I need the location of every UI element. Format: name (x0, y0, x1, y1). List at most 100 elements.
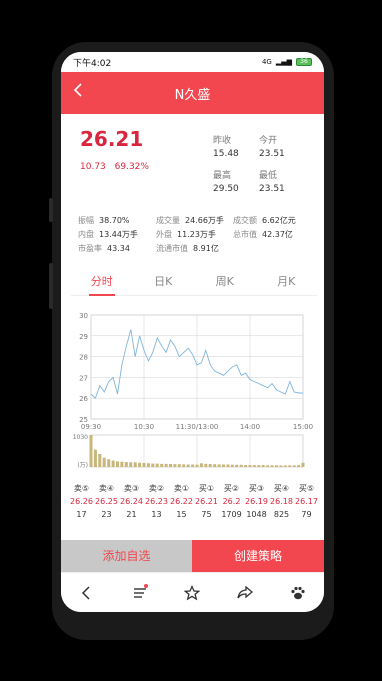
volume-bar (288, 465, 292, 467)
order-label-buy-4: 买④ (273, 484, 290, 493)
paw-icon (291, 586, 305, 599)
volume-bar (235, 464, 239, 467)
order-label-sell-3: 卖③ (123, 484, 140, 493)
y-tick-label: 29 (79, 333, 88, 341)
low-price: 最低 23.51 (259, 171, 285, 194)
intraday-chart-svg: 30292827262509:30 10:30 11:30/13:00 14:00 15… (73, 312, 313, 469)
action-bar: 添加自选 创建策略 (61, 540, 324, 572)
volume-bar (301, 462, 305, 467)
star-icon (184, 584, 201, 600)
add-watchlist-button[interactable]: 添加自选 (61, 540, 192, 572)
back-button[interactable] (73, 82, 83, 103)
volume-bar (160, 463, 164, 467)
volume-bar (292, 465, 296, 467)
volume-bar (182, 464, 186, 467)
nav-share-button[interactable] (230, 579, 260, 607)
volume-bar (111, 460, 115, 467)
order-volume-sell-2: 13 (151, 510, 162, 519)
stat-volume: 成交量 24.66万手 (156, 215, 224, 225)
volume-max-label: 1030 (73, 434, 88, 441)
stat-pe: 市盈率 43.34 (78, 243, 130, 253)
tab-intraday[interactable]: 分时 (71, 270, 133, 296)
volume-bar (297, 465, 301, 467)
volume-bar (116, 461, 119, 467)
volume-bar (283, 465, 287, 467)
order-price-sell-2: 26.23 (145, 497, 168, 506)
volume-bar (98, 454, 102, 467)
page-title: N久盛 (174, 87, 211, 103)
order-volume-buy-1: 75 (201, 510, 212, 519)
volume-bar (244, 465, 248, 467)
screen: 下午4:02 4G ▂▄▆ 36 N久盛 26.21 10.73 69.32% … (61, 52, 324, 612)
y-tick-label: 26 (79, 395, 88, 403)
battery-icon: 36 (296, 58, 312, 66)
signal-icon: ▂▄▆ (275, 58, 292, 66)
volume-bar (226, 464, 230, 467)
prev-close: 昨收 15.48 (213, 136, 239, 159)
order-book: 卖⑤ 卖④ 卖③ 卖② 卖① 买① 买② 买③ 买④ 买⑤ 26.26 26.25 26.24 26.2… (69, 482, 319, 538)
nav-menu-button[interactable] (125, 579, 155, 607)
nav-paw-button[interactable] (283, 579, 313, 607)
back-icon (82, 585, 90, 600)
change-percent: 69.32% (114, 162, 149, 172)
quote-card: 26.21 10.73 69.32% 昨收 15.48 今开 23.51 最高 … (61, 114, 324, 274)
order-label-buy-5: 买⑤ (298, 484, 315, 493)
create-strategy-button[interactable]: 创建策略 (192, 540, 324, 572)
open-price: 今开 23.51 (259, 136, 285, 159)
volume-bar (217, 464, 221, 467)
volume-bar (261, 465, 265, 467)
stat-mktcap: 总市值 42.37亿 (233, 229, 293, 239)
y-tick-label: 30 (79, 312, 88, 320)
volume-bar (169, 464, 172, 467)
tab-daily[interactable]: 日K (133, 270, 195, 295)
order-book-prices: 26.26 26.25 26.24 26.23 26.22 26.21 26.2 26.19 2… (69, 495, 319, 508)
volume-bar (155, 463, 159, 467)
volume-bar (133, 462, 137, 467)
volume-bar (213, 464, 217, 467)
volume-bar (230, 464, 234, 467)
bottom-nav (61, 572, 324, 612)
change-amount: 10.73 (80, 162, 106, 172)
volume-bar (89, 435, 93, 467)
order-price-buy-3: 26.19 (245, 497, 268, 506)
order-label-sell-1: 卖① (173, 484, 190, 493)
volume-bar (177, 464, 181, 467)
volume-bar (93, 449, 97, 467)
tab-weekly[interactable]: 周K (194, 270, 256, 295)
stat-float-cap: 流通市值 8.91亿 (156, 243, 219, 253)
tab-monthly[interactable]: 月K (256, 270, 318, 295)
volume-bar (151, 463, 155, 467)
app-header: N久盛 (61, 72, 324, 114)
order-volume-sell-3: 21 (126, 510, 137, 519)
order-label-sell-2: 卖② (148, 484, 165, 493)
order-price-sell-5: 26.26 (70, 497, 93, 506)
volume-bar (142, 463, 146, 467)
status-bar: 下午4:02 4G ▂▄▆ 36 (61, 52, 324, 72)
order-label-buy-3: 买③ (248, 484, 265, 493)
current-price: 26.21 (80, 127, 144, 151)
menu-icon (133, 587, 146, 598)
order-volume-buy-4: 825 (273, 510, 290, 519)
x-tick-label: 15:00 (293, 423, 313, 431)
order-volume-sell-1: 15 (176, 510, 187, 519)
x-tick-label: 09:30 (81, 423, 101, 431)
volume-bar (239, 464, 243, 467)
volume-bar (146, 463, 150, 467)
volume-bar (102, 457, 106, 467)
stats-panel: 振幅 38.70% 成交量 24.66万手 成交额 6.62亿元 内盘 13.44万手 … (78, 213, 318, 255)
nav-favorite-button[interactable] (177, 579, 207, 607)
nav-back-button[interactable] (72, 579, 102, 607)
order-volume-buy-5: 79 (301, 510, 312, 519)
x-tick-label: 10:30 (134, 423, 154, 431)
chevron-left-icon (73, 83, 82, 97)
volume-bar (275, 465, 278, 467)
order-volume-buy-2: 1709 (221, 510, 242, 519)
stat-outer: 外盘 11.23万手 (156, 229, 216, 239)
stat-inner: 内盘 13.44万手 (78, 229, 138, 239)
volume-bar (248, 465, 252, 467)
stat-turnover: 成交额 6.62亿元 (233, 215, 296, 225)
volume-bar (270, 465, 274, 467)
order-label-buy-2: 买② (223, 484, 240, 493)
order-book-volumes: 17 23 21 13 15 75 1709 1048 825 79 (69, 508, 319, 521)
network-label: 4G (261, 58, 272, 66)
